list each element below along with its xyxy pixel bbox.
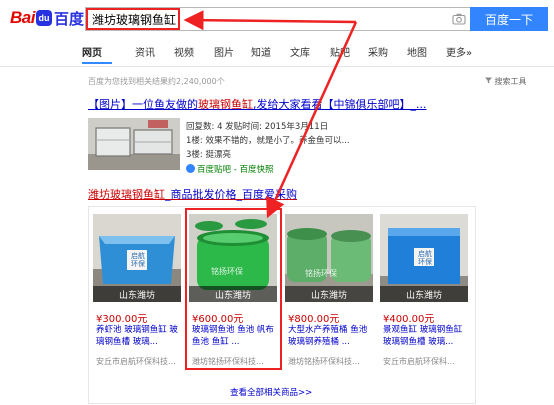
tab-web[interactable]: 网页 (82, 44, 102, 59)
tab-map[interactable]: 地图 (407, 44, 427, 59)
product-4-title[interactable]: 景观鱼缸 玻璃钢鱼缸 玻璃钢鱼槽 玻璃... (383, 324, 469, 348)
tab-zhidao[interactable]: 知道 (251, 44, 271, 59)
result-1-meta-1: 回复数: 4 发贴时间: 2015年3月11日 (186, 122, 329, 132)
active-tab-indicator (82, 62, 112, 64)
result-1-source[interactable]: 百度贴吧 - 百度快照 (186, 163, 273, 175)
result-count: 百度为您找到相关结果约2,240,000个 (88, 77, 225, 86)
product-4-price: ¥400.00元 (383, 314, 435, 325)
tab-wenku[interactable]: 文库 (290, 44, 310, 59)
tab-caigou[interactable]: 采购 (368, 44, 388, 59)
result-1-title-post: ,发给大家看看【中锦俱乐部吧】_... (253, 98, 427, 111)
product-4-watermark: 启航环保 (418, 250, 432, 266)
product-1-shop[interactable]: 安丘市启航环保科技... (96, 356, 182, 367)
product-3-price: ¥800.00元 (288, 314, 340, 325)
product-card-1[interactable]: 启航环保 山东潍坊 ¥300.00元 养虾池 玻璃钢鱼缸 玻璃钢鱼槽 玻璃...… (93, 214, 181, 394)
baidu-logo[interactable]: Bai du 百度 (10, 6, 84, 30)
result-1-meta-3: 3楼: 挺漂亮 (186, 150, 231, 160)
result-1-thumbnail[interactable] (88, 118, 180, 170)
product-3-shop[interactable]: 潍坊铭扬环保科技... (288, 356, 374, 367)
logo-text-du: 百度 (53, 10, 84, 28)
result-2-title-em: 潍坊玻璃钢鱼缸 (88, 188, 165, 201)
product-1-watermark: 启航环保 (131, 252, 145, 268)
product-3-location: 山东潍坊 (285, 286, 373, 302)
product-1-price: ¥300.00元 (96, 314, 148, 325)
tab-video[interactable]: 视频 (174, 44, 194, 59)
product-card-3[interactable]: 铭扬环保 山东潍坊 ¥800.00元 大型水产养殖桶 鱼池 玻璃钢养殖桶 ...… (285, 214, 373, 394)
result-1-meta-2: 1楼: 效果不错的，就是小了。养金鱼可以... (186, 136, 350, 146)
tieba-icon (186, 164, 195, 173)
product-card-4[interactable]: 启航环保 山东潍坊 ¥400.00元 景观鱼缸 玻璃钢鱼缸 玻璃钢鱼槽 玻璃..… (380, 214, 468, 394)
tab-images[interactable]: 图片 (214, 44, 234, 59)
camera-icon[interactable] (452, 12, 466, 26)
result-1-title-pre: 【图片】一位鱼友做的 (88, 98, 198, 111)
result-1-title-link[interactable]: 【图片】一位鱼友做的玻璃钢鱼缸,发给大家看看【中锦俱乐部吧】_... (88, 96, 427, 112)
paw-icon: du (35, 10, 52, 26)
product-4-shop[interactable]: 安丘市启航环保科... (383, 356, 469, 367)
logo-text-bai: Bai (10, 8, 35, 27)
result-1-source-label: 百度贴吧 - 百度快照 (197, 165, 274, 175)
annotation-box-query (86, 8, 180, 30)
aquarium-photo (88, 118, 180, 170)
product-1-location: 山东潍坊 (93, 286, 181, 302)
product-4-location: 山东潍坊 (380, 286, 468, 302)
nav-divider (0, 66, 554, 67)
result-2-title-post: _商品批发价格_百度爱采购 (165, 188, 297, 201)
product-1-title[interactable]: 养虾池 玻璃钢鱼缸 玻璃钢鱼槽 玻璃... (96, 324, 182, 348)
tab-news[interactable]: 资讯 (135, 44, 155, 59)
product-3-watermark: 铭扬环保 (305, 269, 337, 278)
funnel-icon (485, 77, 492, 84)
product-1-image[interactable]: 启航环保 山东潍坊 (93, 214, 181, 302)
tab-more[interactable]: 更多» (446, 44, 472, 59)
tab-tieba[interactable]: 贴吧 (330, 44, 350, 59)
result-2-title-link[interactable]: 潍坊玻璃钢鱼缸_商品批发价格_百度爱采购 (88, 186, 297, 202)
product-4-image[interactable]: 启航环保 山东潍坊 (380, 214, 468, 302)
result-1-title-em: 玻璃钢鱼缸 (198, 98, 253, 111)
product-3-image[interactable]: 铭扬环保 山东潍坊 (285, 214, 373, 302)
annotation-box-product (185, 208, 282, 370)
product-3-title[interactable]: 大型水产养殖桶 鱼池 玻璃钢养殖桶 ... (288, 324, 374, 348)
search-tools-button[interactable]: 搜索工具 (485, 76, 527, 87)
search-tools-label: 搜索工具 (494, 77, 527, 86)
search-button[interactable]: 百度一下 (470, 7, 548, 31)
view-all-products-link[interactable]: 查看全部相关商品>> (230, 386, 312, 398)
